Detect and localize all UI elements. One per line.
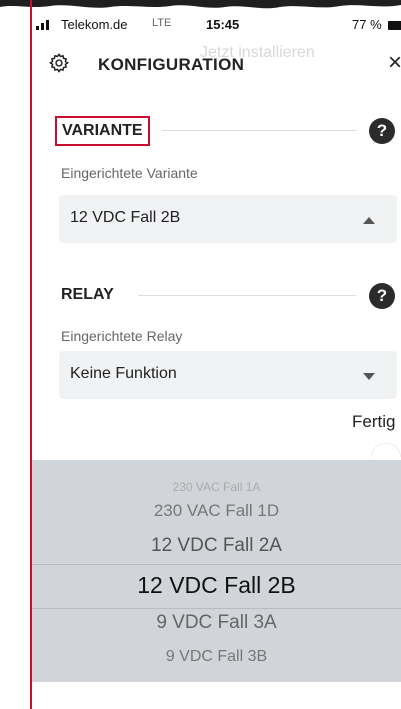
variante-select[interactable]: 12 VDC Fall 2B [59, 195, 397, 243]
picker-option[interactable]: 12 VDC Fall 2A [32, 535, 401, 557]
partial-toggle [371, 443, 401, 457]
relay-field-label: Eingerichtete Relay [61, 328, 183, 344]
status-bar: Telekom.de LTE 15:45 77 % [36, 14, 401, 36]
picker-option[interactable]: 9 VDC Fall 3B [32, 648, 401, 666]
carrier-name: Telekom.de [61, 17, 128, 32]
header: KONFIGURATION × [36, 48, 401, 84]
variante-field-label: Eingerichtete Variante [61, 165, 198, 181]
relay-select-value: Keine Funktion [70, 365, 177, 382]
divider [138, 295, 356, 296]
chevron-down-icon [363, 373, 375, 380]
picker-option[interactable]: 9 VDC Fall 3A [32, 612, 401, 634]
variante-select-value: 12 VDC Fall 2B [70, 209, 181, 226]
relay-heading: RELAY [61, 286, 114, 303]
done-button[interactable]: Fertig [352, 412, 395, 432]
battery-percent: 77 % [352, 17, 382, 32]
clock: 15:45 [206, 17, 240, 32]
signal-strength-icon [36, 19, 58, 30]
torn-paper-edge [0, 0, 401, 9]
option-picker[interactable]: 230 VAC Fall 1A 230 VAC Fall 1D 12 VDC F… [32, 460, 401, 682]
network-type: LTE [152, 17, 172, 29]
battery-icon [388, 21, 401, 30]
relay-section-header: RELAY ? [54, 279, 399, 311]
close-icon[interactable]: × [388, 50, 401, 76]
help-icon[interactable]: ? [369, 283, 395, 309]
variante-heading: VARIANTE [55, 116, 150, 146]
help-icon[interactable]: ? [369, 118, 395, 144]
gear-icon [49, 52, 69, 73]
picker-option-selected[interactable]: 12 VDC Fall 2B [32, 572, 401, 599]
page-title: KONFIGURATION [98, 55, 245, 74]
variante-section-header: VARIANTE ? [54, 114, 399, 146]
chevron-up-icon [363, 217, 375, 224]
picker-option[interactable]: 230 VAC Fall 1D [32, 501, 401, 521]
picker-option[interactable]: 230 VAC Fall 1A [32, 480, 401, 494]
divider [162, 130, 357, 131]
relay-select[interactable]: Keine Funktion [59, 351, 397, 399]
